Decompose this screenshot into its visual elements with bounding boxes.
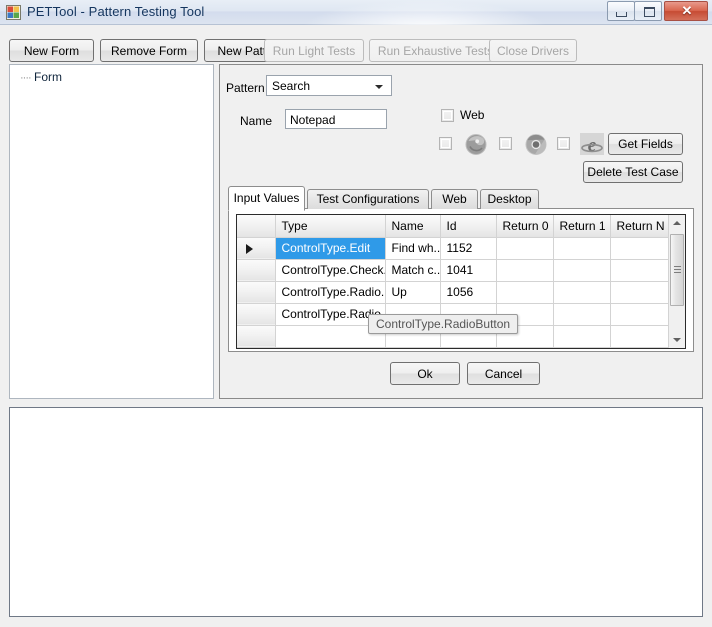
table-row[interactable]: ControlType.Edit Find wh... 1152 — [237, 237, 670, 260]
ie-checkbox-inner — [559, 139, 568, 148]
web-checkbox-label: Web — [460, 108, 485, 122]
pattern-combobox[interactable]: Search — [266, 75, 392, 96]
main-window: PETTool - Pattern Testing Tool ✕ New For… — [0, 0, 712, 627]
firefox-icon[interactable] — [464, 132, 488, 156]
run-exhaustive-tests-button[interactable]: Run Exhaustive Tests — [369, 39, 502, 62]
cell-returnN[interactable] — [610, 259, 670, 282]
pattern-combobox-value: Search — [272, 79, 311, 93]
cell-returnN[interactable] — [610, 325, 670, 348]
current-row-marker-icon — [246, 243, 253, 254]
tab-test-configurations[interactable]: Test Configurations — [307, 189, 429, 209]
cell-return1[interactable] — [553, 303, 611, 326]
tab-desktop[interactable]: Desktop — [480, 189, 539, 209]
grid-col-return1[interactable]: Return 1 — [553, 215, 611, 238]
cell-id[interactable]: 1056 — [440, 281, 497, 304]
chevron-down-icon — [375, 85, 383, 89]
cell-return0[interactable] — [496, 281, 554, 304]
ok-button[interactable]: Ok — [390, 362, 460, 385]
cell-id[interactable]: 1041 — [440, 259, 497, 282]
name-label: Name — [240, 114, 273, 128]
cell-type[interactable]: ControlType.Edit — [275, 237, 386, 260]
internet-explorer-icon[interactable]: e — [580, 132, 604, 156]
minimize-icon — [616, 12, 627, 17]
table-row[interactable]: ControlType.Radio... Up 1056 — [237, 281, 670, 304]
cell-returnN[interactable] — [610, 237, 670, 260]
title-bar-glow — [300, 0, 550, 25]
cancel-button[interactable]: Cancel — [467, 362, 540, 385]
grid-row-header[interactable] — [237, 259, 276, 282]
cell-type[interactable]: ControlType.Check... — [275, 259, 386, 282]
form-designer-icon — [6, 5, 21, 20]
cell-type[interactable]: ControlType.Radio... — [275, 281, 386, 304]
web-checkbox-inner — [443, 111, 452, 120]
firefox-checkbox-inner — [441, 139, 450, 148]
grid-col-returnN[interactable]: Return N — [610, 215, 670, 238]
grid-corner-header[interactable] — [237, 215, 276, 238]
tab-input-values[interactable]: Input Values — [228, 186, 305, 211]
chrome-checkbox-inner — [501, 139, 510, 148]
cell-return1[interactable] — [553, 237, 611, 260]
close-icon: ✕ — [681, 3, 693, 18]
table-row[interactable]: ControlType.Check... Match c... 1041 — [237, 259, 670, 282]
cell-returnN[interactable] — [610, 281, 670, 304]
chrome-icon[interactable] — [524, 132, 548, 156]
maximize-icon — [644, 7, 655, 17]
remove-form-button[interactable]: Remove Form — [100, 39, 198, 62]
maximize-button[interactable] — [634, 1, 662, 21]
cell-name[interactable]: Up — [385, 281, 441, 304]
grid-header-row: Type Name Id Return 0 Return 1 Return N — [237, 215, 670, 238]
grid-row-header[interactable] — [237, 281, 276, 304]
firefox-checkbox[interactable] — [439, 137, 452, 150]
close-button[interactable]: ✕ — [664, 1, 708, 21]
grid-row-header[interactable] — [237, 237, 276, 260]
cell-tooltip: ControlType.RadioButton — [368, 314, 519, 334]
run-light-tests-button[interactable]: Run Light Tests — [264, 39, 364, 62]
tree-item-form[interactable]: ···· Form — [20, 70, 62, 84]
minimize-button[interactable] — [607, 1, 635, 21]
chevron-up-icon — [673, 221, 681, 225]
close-drivers-button[interactable]: Close Drivers — [489, 39, 577, 62]
cell-return1[interactable] — [553, 259, 611, 282]
web-checkbox[interactable] — [441, 109, 454, 122]
cell-return0[interactable] — [496, 237, 554, 260]
cell-return1[interactable] — [553, 325, 611, 348]
name-input[interactable]: Notepad — [285, 109, 387, 129]
cell-name[interactable]: Match c... — [385, 259, 441, 282]
new-form-button[interactable]: New Form — [9, 39, 94, 62]
delete-test-case-button[interactable]: Delete Test Case — [583, 161, 683, 183]
cell-name[interactable]: Find wh... — [385, 237, 441, 260]
scroll-down-button[interactable] — [669, 331, 685, 348]
grid-vertical-scrollbar[interactable] — [668, 215, 685, 348]
get-fields-button[interactable]: Get Fields — [608, 133, 683, 155]
scrollbar-grip-icon — [674, 266, 681, 267]
cell-return1[interactable] — [553, 281, 611, 304]
window-controls: ✕ — [607, 1, 708, 21]
cell-return0[interactable] — [496, 259, 554, 282]
tree-item-label: Form — [34, 70, 62, 84]
grid-row-header[interactable] — [237, 325, 276, 348]
window-title: PETTool - Pattern Testing Tool — [27, 4, 205, 19]
cell-id[interactable]: 1152 — [440, 237, 497, 260]
output-log-panel[interactable] — [9, 407, 703, 617]
tree-dash-icon: ···· — [20, 72, 32, 84]
grid-col-name[interactable]: Name — [385, 215, 441, 238]
tab-strip: Input Values Test Configurations Web Des… — [228, 186, 694, 211]
chrome-checkbox[interactable] — [499, 137, 512, 150]
scroll-up-button[interactable] — [669, 215, 685, 232]
title-bar: PETTool - Pattern Testing Tool ✕ — [0, 0, 712, 25]
ie-checkbox[interactable] — [557, 137, 570, 150]
scrollbar-thumb[interactable] — [670, 234, 684, 306]
pattern-label: Pattern — [226, 81, 265, 95]
grid-col-return0[interactable]: Return 0 — [496, 215, 554, 238]
cell-returnN[interactable] — [610, 303, 670, 326]
tab-web[interactable]: Web — [431, 189, 478, 209]
grid-col-type[interactable]: Type — [275, 215, 386, 238]
name-input-value: Notepad — [290, 113, 336, 127]
form-tree-panel[interactable]: ···· Form — [9, 64, 214, 399]
grid-col-id[interactable]: Id — [440, 215, 497, 238]
chevron-down-icon — [673, 338, 681, 342]
grid-row-header[interactable] — [237, 303, 276, 326]
